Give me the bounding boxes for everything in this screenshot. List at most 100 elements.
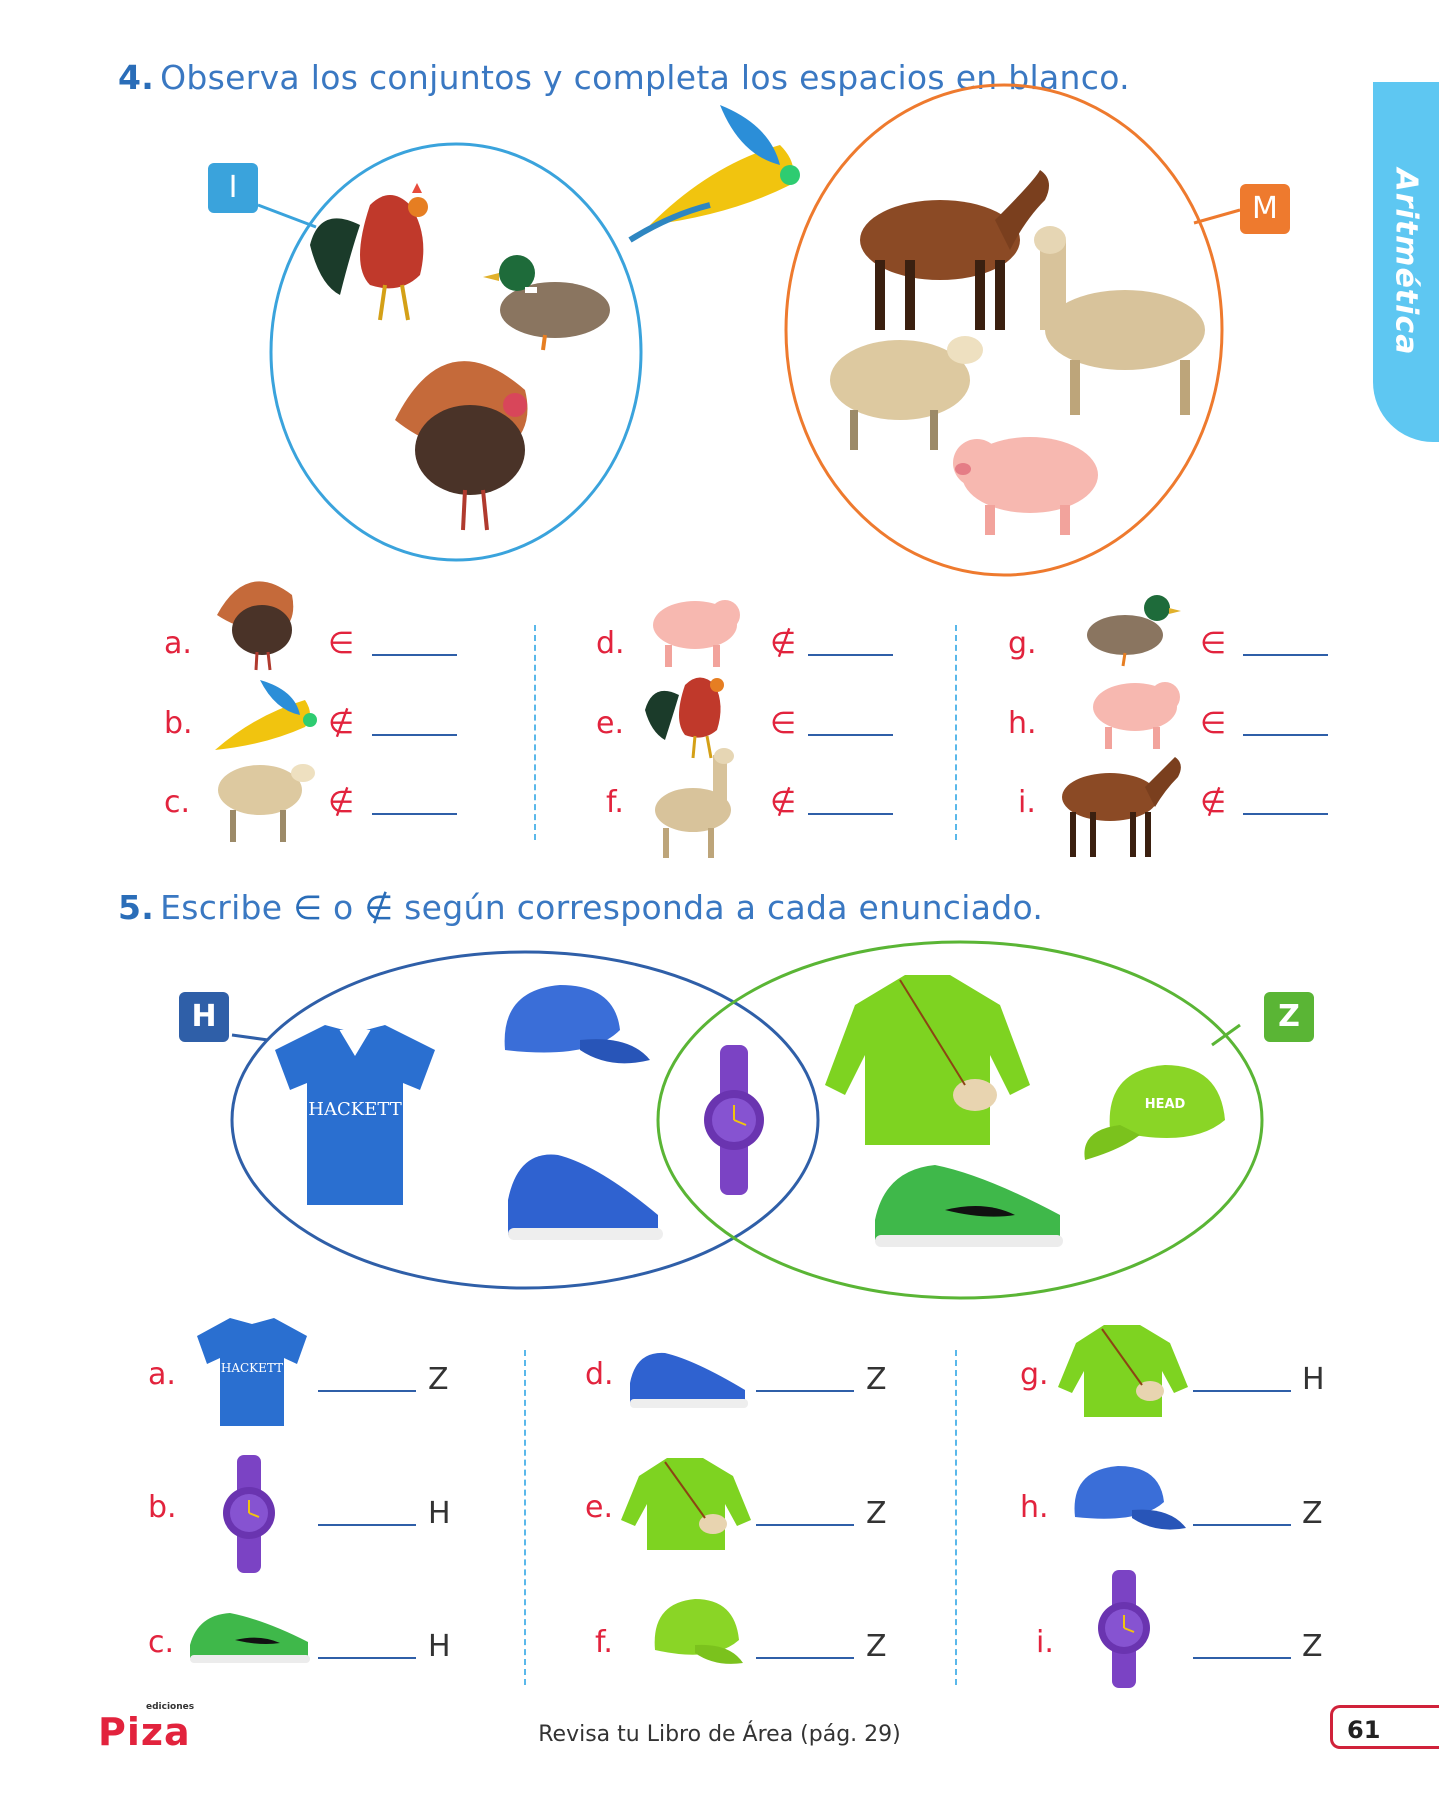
exercise-5-venn-diagram: HACKETT HEAD [230,940,1264,1300]
relation-symbol: ∈ [328,626,355,661]
item-letter: a. [164,626,192,661]
item-letter: i. [1018,785,1036,820]
relation-symbol: ∉ [328,785,355,820]
item-letter: i. [1036,1625,1054,1660]
pig-icon [953,437,1098,535]
answer-blank[interactable] [756,1390,854,1392]
parrot-icon [628,105,800,243]
horse-icon [1062,757,1181,857]
set-name: Z [866,1362,887,1397]
answer-blank[interactable] [372,654,457,656]
green-sweater-icon [825,975,1030,1145]
green-cap-icon [654,1599,743,1664]
item-letter: f. [606,785,624,820]
duck-icon [1087,595,1181,667]
item-letter: f. [595,1625,613,1660]
pig-icon [653,600,740,667]
column-divider [534,625,536,840]
duck-icon [483,255,610,351]
answer-blank[interactable] [318,1524,416,1526]
llama-icon [1034,226,1205,415]
relation-symbol: ∈ [1200,706,1227,741]
relation-symbol: ∉ [1200,785,1227,820]
relation-symbol: ∉ [770,785,797,820]
blue-polo-icon: HACKETT [275,1025,435,1205]
column-divider [524,1350,526,1685]
answer-blank[interactable] [808,734,893,736]
answer-blank[interactable] [1193,1390,1291,1392]
set-name: Z [866,1629,887,1664]
item-letter: g. [1020,1357,1049,1392]
answer-blank[interactable] [318,1657,416,1659]
set-name: H [1302,1362,1325,1397]
item-letter: c. [148,1625,175,1660]
element-of-symbol: ∈ [293,888,323,927]
green-sneaker-icon [875,1165,1063,1247]
blue-cap-icon [1074,1466,1186,1530]
set-i-ellipse [269,142,643,562]
answer-blank[interactable] [756,1657,854,1659]
polo-brand-text: HACKETT [221,1361,283,1375]
turkey-icon [217,581,294,671]
green-sweater-icon [1058,1325,1188,1417]
green-sneaker-icon [190,1613,310,1663]
set-h-label: H [179,992,229,1042]
set-name: Z [866,1496,887,1531]
answer-blank[interactable] [808,654,893,656]
set-z-label: Z [1264,992,1314,1042]
cap-brand-text: HEAD [1145,1097,1186,1112]
answer-blank[interactable] [1243,654,1328,656]
page-number: 61 [1330,1705,1439,1749]
exercise-5-title: 5. Escribe ∈ o ∉ según corresponda a cada… [118,888,1043,927]
purple-watch-icon [1098,1570,1150,1688]
answer-blank[interactable] [1243,734,1328,736]
relation-symbol: ∉ [770,626,797,661]
rooster-icon [645,677,724,759]
exercise-5-number: 5. [118,888,155,927]
not-element-of-symbol: ∉ [364,888,394,927]
blue-sneaker-icon [630,1352,748,1408]
answer-blank[interactable] [1193,1524,1291,1526]
sheep-icon [830,336,983,450]
column-divider [955,1350,957,1685]
exercise-5-instruction-pre: Escribe [160,888,283,927]
set-name: H [428,1629,451,1664]
item-letter: c. [164,785,191,820]
answer-blank[interactable] [318,1390,416,1392]
footer-note: Revisa tu Libro de Área (pág. 29) [538,1722,901,1747]
answer-blank[interactable] [1243,813,1328,815]
blue-polo-icon: HACKETT [197,1318,307,1426]
llama-icon [655,748,734,858]
relation-symbol: ∈ [770,706,797,741]
set-m-label: M [1240,184,1290,234]
item-letter: e. [596,706,624,741]
item-letter: e. [585,1490,613,1525]
set-name: Z [1302,1629,1323,1664]
item-letter: h. [1020,1490,1049,1525]
set-name: Z [1302,1496,1323,1531]
pig-icon [1093,682,1180,749]
item-letter: b. [164,706,193,741]
green-sweater-icon [621,1458,751,1550]
green-cap-icon: HEAD [1084,1065,1225,1160]
purple-watch-icon [223,1455,275,1573]
sheep-icon [218,764,315,842]
relation-symbol: ∉ [328,706,355,741]
answer-blank[interactable] [372,734,457,736]
answer-blank[interactable] [372,813,457,815]
exercise-5-instruction-mid: o [333,888,354,927]
blue-sneaker-icon [508,1154,663,1240]
item-letter: b. [148,1490,177,1525]
answer-blank[interactable] [808,813,893,815]
item-letter: g. [1008,626,1037,661]
answer-blank[interactable] [756,1524,854,1526]
item-letter: d. [585,1357,614,1392]
item-letter: d. [596,626,625,661]
item-letter: a. [148,1357,176,1392]
set-i-label: I [208,163,258,213]
set-name: H [428,1496,451,1531]
set-name: Z [428,1362,449,1397]
answer-blank[interactable] [1193,1657,1291,1659]
exercise-5-instruction-post: según corresponda a cada enunciado. [404,888,1044,927]
item-letter: h. [1008,706,1037,741]
